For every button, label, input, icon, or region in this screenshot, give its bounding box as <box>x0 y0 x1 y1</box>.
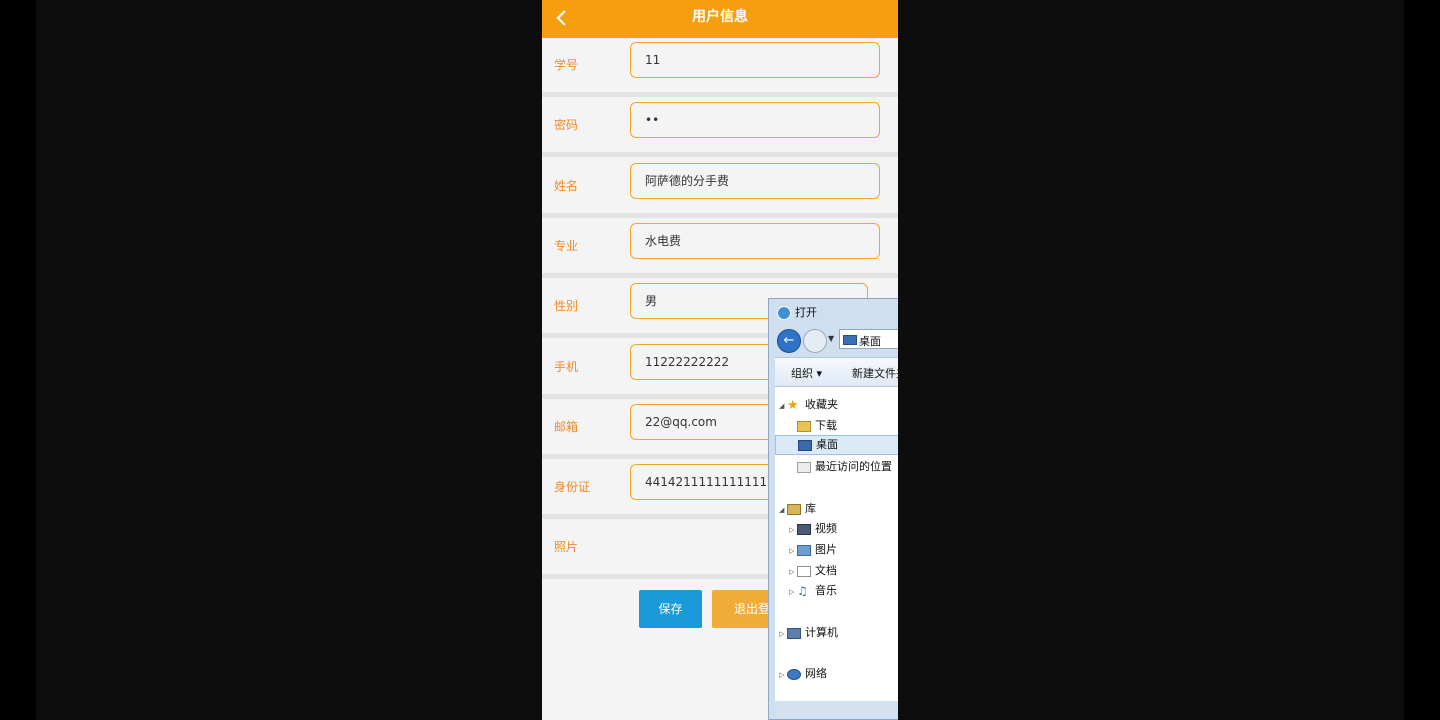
tree-item-label: 最近访问的位置 <box>815 460 892 473</box>
collapse-arrow-icon[interactable]: ▷ <box>789 562 797 582</box>
video-icon <box>797 523 811 535</box>
tree-item-videos[interactable]: ▷ 视频 <box>789 519 837 539</box>
tree-item-downloads[interactable]: 下载 <box>797 416 837 436</box>
download-folder-icon <box>797 420 811 432</box>
gender-label: 性别 <box>554 299 579 313</box>
form-row-name: 姓名 阿萨德的分手费 <box>542 159 898 218</box>
desktop-icon <box>843 335 857 345</box>
nav-bar: 用户信息 <box>542 0 898 38</box>
tree-item-label: 收藏夹 <box>805 398 838 411</box>
form-row-password: 密码 •• <box>542 98 898 157</box>
tree-item-music[interactable]: ▷ ♫ 音乐 <box>789 581 837 601</box>
dialog-title: 打开 <box>795 306 817 319</box>
dialog-footer <box>775 701 898 719</box>
phone-label: 手机 <box>554 360 579 374</box>
tree-item-desktop[interactable]: 桌面 <box>775 435 898 455</box>
address-text: 桌面 <box>859 335 881 348</box>
page-title: 用户信息 <box>692 9 748 25</box>
tree-item-label: 视频 <box>815 522 837 535</box>
expand-arrow-icon[interactable]: ◢ <box>779 396 787 416</box>
id-card-label: 身份证 <box>554 480 591 494</box>
email-label: 邮箱 <box>554 420 579 434</box>
document-icon <box>797 565 811 577</box>
network-icon <box>787 668 801 680</box>
desktop-icon <box>798 439 812 451</box>
address-bar[interactable]: 桌面 <box>839 329 898 349</box>
open-file-dialog: 打开 ← ▼ 桌面 组织 ▾ 新建文件夹 ◢★收藏夹 下载 桌面 最近访问的位置… <box>768 298 898 720</box>
tree-item-label: 下载 <box>815 419 837 432</box>
student-id-label: 学号 <box>554 58 579 72</box>
password-label: 密码 <box>554 118 579 132</box>
collapse-arrow-icon[interactable]: ▷ <box>789 582 797 602</box>
recent-places-icon <box>797 461 811 473</box>
name-label: 姓名 <box>554 179 579 193</box>
organize-menu-button[interactable]: 组织 ▾ <box>791 365 822 381</box>
student-id-input[interactable]: 11 <box>630 42 880 78</box>
major-input[interactable]: 水电费 <box>630 223 880 259</box>
tree-item-label: 音乐 <box>815 584 837 597</box>
save-button[interactable]: 保存 <box>639 590 702 628</box>
left-letterbox <box>36 0 542 720</box>
tree-item-pictures[interactable]: ▷ 图片 <box>789 540 837 560</box>
name-input[interactable]: 阿萨德的分手费 <box>630 163 880 199</box>
expand-arrow-icon[interactable]: ◢ <box>779 500 787 520</box>
tree-item-favorites[interactable]: ◢ ★ 收藏夹 <box>779 395 838 415</box>
navigation-tree: ◢ ★ 收藏夹 下载 桌面 最近访问的位置 ◢ 库 ▷ 视频 ▷ 图片 ▷ 文档 ▷ ♫ 音乐 … <box>775 387 898 701</box>
star-icon: ★ <box>787 397 799 413</box>
collapse-arrow-icon[interactable]: ▷ <box>789 520 797 540</box>
photo-label: 照片 <box>554 540 579 554</box>
dialog-titlebar[interactable]: 打开 <box>769 299 898 323</box>
computer-icon <box>787 627 801 639</box>
collapse-arrow-icon[interactable]: ▷ <box>789 541 797 561</box>
tree-item-label: 文档 <box>815 564 837 577</box>
library-icon <box>787 503 801 515</box>
new-folder-button[interactable]: 新建文件夹 <box>852 365 898 381</box>
tree-item-documents[interactable]: ▷ 文档 <box>789 561 837 581</box>
collapse-arrow-icon[interactable]: ▷ <box>779 665 787 685</box>
history-dropdown-icon[interactable]: ▼ <box>828 334 834 343</box>
browser-icon <box>777 306 791 320</box>
picture-icon <box>797 544 811 556</box>
tree-item-label: 库 <box>805 502 816 515</box>
music-note-icon: ♫ <box>797 583 808 598</box>
tree-item-label: 网络 <box>805 667 827 680</box>
back-arrow-icon[interactable]: ← <box>777 329 801 353</box>
tree-item-network[interactable]: ▷ 网络 <box>779 664 827 684</box>
tree-item-label: 计算机 <box>805 626 838 639</box>
right-letterbox <box>898 0 1404 720</box>
collapse-arrow-icon[interactable]: ▷ <box>779 624 787 644</box>
tree-item-label: 图片 <box>815 543 837 556</box>
forward-arrow-icon[interactable] <box>803 329 827 353</box>
tree-item-libraries[interactable]: ◢ 库 <box>779 499 816 519</box>
major-label: 专业 <box>554 239 579 253</box>
form-row-major: 专业 水电费 <box>542 219 898 278</box>
tree-item-label: 桌面 <box>816 438 838 451</box>
tree-item-recent[interactable]: 最近访问的位置 <box>797 457 892 477</box>
tree-item-computer[interactable]: ▷ 计算机 <box>779 623 838 643</box>
password-input[interactable]: •• <box>630 102 880 138</box>
form-row-student-id: 学号 11 <box>542 38 898 97</box>
dialog-toolbar: 组织 ▾ 新建文件夹 <box>775 357 898 387</box>
